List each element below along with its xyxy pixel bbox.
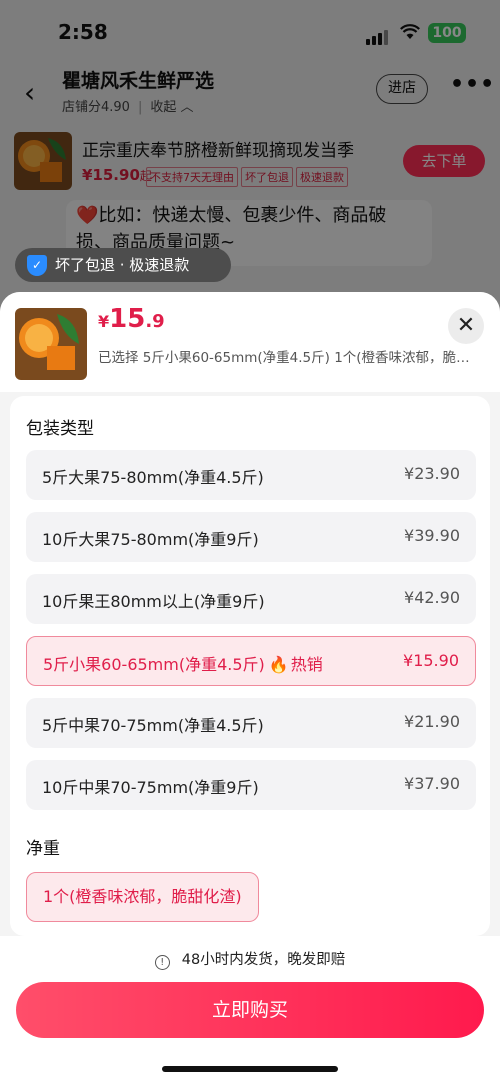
options-panel: 包装类型 5斤大果75-80mm(净重4.5斤) ¥23.90 10斤大果75-8… bbox=[10, 396, 490, 936]
product-tag: 坏了包退 bbox=[241, 167, 293, 187]
status-time: 2:58 bbox=[58, 20, 108, 44]
home-indicator bbox=[162, 1066, 338, 1072]
packaging-option[interactable]: 10斤中果70-75mm(净重9斤) ¥37.90 bbox=[26, 760, 476, 810]
sku-price: ¥15.9 bbox=[98, 304, 165, 334]
packaging-option[interactable]: 10斤果王80mm以上(净重9斤) ¥42.90 bbox=[26, 574, 476, 624]
packaging-option[interactable]: 10斤大果75-80mm(净重9斤) ¥39.90 bbox=[26, 512, 476, 562]
hot-label: 热销 bbox=[290, 655, 323, 674]
shipping-note: ! 48小时内发货，晚发即赔 bbox=[0, 948, 500, 970]
collapse-toggle[interactable]: 收起 bbox=[150, 100, 176, 115]
info-icon: ! bbox=[154, 955, 170, 970]
chevron-up-icon: ︿ bbox=[180, 100, 194, 115]
close-icon[interactable]: ✕ bbox=[448, 308, 484, 344]
more-icon[interactable]: ••• bbox=[450, 72, 495, 97]
net-weight-title: 净重 bbox=[26, 839, 60, 859]
shop-name: 瞿塘风禾生鲜严选 bbox=[62, 70, 215, 92]
packaging-option[interactable]: 5斤中果70-75mm(净重4.5斤) ¥21.90 bbox=[26, 698, 476, 748]
guarantee-text: 坏了包退 · 极速退款 bbox=[55, 256, 190, 274]
product-tags: 不支持7天无理由 坏了包退 极速退款 bbox=[146, 166, 351, 187]
selected-sku-text: 已选择 5斤小果60-65mm(净重4.5斤) 1个(橙香味浓郁，脆甜化渣) bbox=[98, 350, 480, 366]
place-order-button[interactable]: 去下单 bbox=[403, 145, 485, 177]
status-bar: 2:58 100 bbox=[0, 0, 500, 62]
battery-indicator: 100 bbox=[428, 23, 466, 43]
signal-icon bbox=[366, 26, 390, 45]
enter-shop-button[interactable]: 进店 bbox=[376, 74, 428, 104]
sku-sheet: ¥15.9 已选择 5斤小果60-65mm(净重4.5斤) 1个(橙香味浓郁，脆… bbox=[0, 292, 500, 1082]
product-tag: 极速退款 bbox=[296, 167, 348, 187]
product-tag: 不支持7天无理由 bbox=[146, 167, 238, 187]
guarantee-badge: ✓ 坏了包退 · 极速退款 bbox=[15, 248, 231, 282]
sku-thumbnail[interactable] bbox=[15, 308, 87, 380]
sku-header: ¥15.9 已选择 5斤小果60-65mm(净重4.5斤) 1个(橙香味浓郁，脆… bbox=[0, 292, 500, 392]
shop-score-row: 店铺分4.90 | 收起 ︿ bbox=[62, 100, 194, 115]
shop-score: 店铺分4.90 bbox=[62, 100, 130, 115]
back-icon[interactable]: ‹ bbox=[24, 76, 35, 109]
buy-now-button[interactable]: 立即购买 bbox=[16, 982, 484, 1038]
packaging-title: 包装类型 bbox=[26, 419, 94, 439]
shield-icon: ✓ bbox=[27, 255, 47, 276]
product-card[interactable]: 正宗重庆奉节脐橙新鲜现摘现发当季 ¥15.90起 不支持7天无理由 坏了包退 极速退… bbox=[0, 126, 500, 196]
net-weight-option[interactable]: 1个(橙香味浓郁，脆甜化渣) bbox=[26, 872, 259, 922]
shop-header: ‹ 瞿塘风禾生鲜严选 店铺分4.90 | 收起 ︿ 进店 ••• bbox=[0, 62, 500, 118]
packaging-option-selected[interactable]: 5斤小果60-65mm(净重4.5斤) 🔥 热销 ¥15.90 bbox=[26, 636, 476, 686]
product-price: ¥15.90起 bbox=[82, 166, 152, 184]
product-title: 正宗重庆奉节脐橙新鲜现摘现发当季 bbox=[82, 141, 354, 161]
wifi-icon bbox=[400, 24, 420, 39]
product-thumbnail bbox=[14, 132, 72, 190]
packaging-option[interactable]: 5斤大果75-80mm(净重4.5斤) ¥23.90 bbox=[26, 450, 476, 500]
sheet-footer: ! 48小时内发货，晚发即赔 立即购买 bbox=[0, 936, 500, 1082]
fire-icon: 🔥 bbox=[268, 655, 289, 674]
